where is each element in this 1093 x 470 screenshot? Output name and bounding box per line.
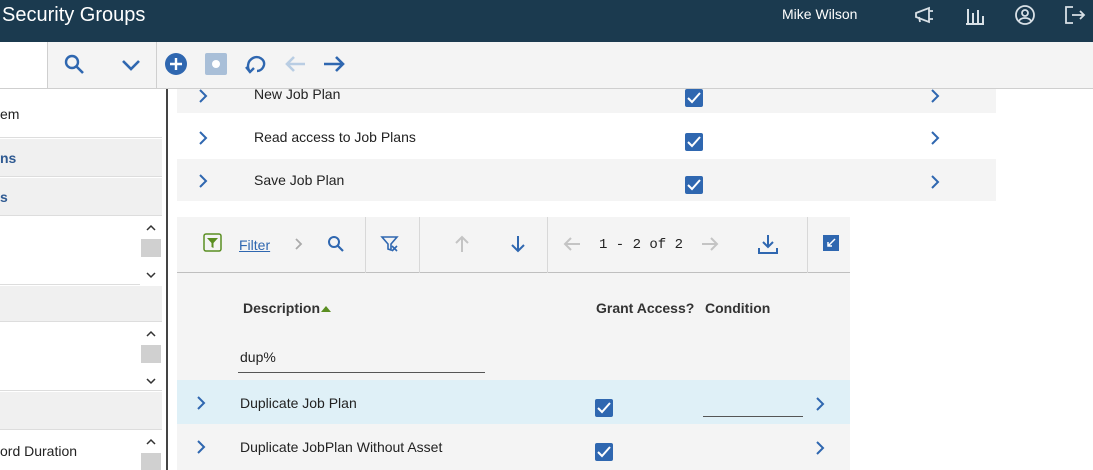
left-panel-section[interactable]: s [0,178,162,216]
bar-chart-icon[interactable] [963,4,987,26]
clear-filter-icon[interactable] [380,234,400,254]
left-panel-item[interactable]: em [0,89,162,138]
left-panel-list[interactable] [0,323,162,391]
column-header-condition[interactable]: Condition [705,300,770,316]
chevron-right-icon[interactable] [928,175,942,189]
list-item[interactable]: Save Job Plan [177,159,996,201]
row-description: Duplicate Job Plan [240,395,357,411]
grant-access-checkbox[interactable] [685,89,703,107]
row-label: Read access to Job Plans [254,129,416,145]
chevron-right-icon[interactable] [196,131,210,145]
undo-icon[interactable] [243,52,269,78]
user-profile-icon[interactable] [1013,4,1037,26]
previous-page-icon[interactable] [562,234,582,254]
grant-access-checkbox[interactable] [595,443,613,461]
chevron-right-icon[interactable] [196,89,210,103]
chevron-right-icon[interactable] [928,89,942,103]
table-toolbar: Filter 1 - 2 of 2 [177,217,850,273]
previous-icon[interactable] [283,52,309,78]
grant-access-checkbox[interactable] [595,399,613,417]
list-item[interactable]: Read access to Job Plans [177,116,996,158]
left-panel-section[interactable]: ns [0,139,162,177]
left-panel-item[interactable]: ord Duration [0,431,162,470]
chevron-right-icon[interactable] [293,237,305,251]
next-icon[interactable] [322,52,348,78]
left-panel-section[interactable] [0,286,162,322]
search-field[interactable] [0,42,48,88]
table-row[interactable]: Duplicate JobPlan Without Asset [177,424,850,470]
chevron-right-icon[interactable] [194,440,208,454]
megaphone-icon[interactable] [913,4,937,26]
row-description: Duplicate JobPlan Without Asset [240,439,443,455]
left-panel-list[interactable] [0,217,162,285]
chevron-right-icon[interactable] [194,396,208,410]
search-icon[interactable] [326,234,346,254]
filter-icon[interactable] [203,233,223,253]
description-filter-input[interactable]: dup% [238,341,485,373]
pagination-label: 1 - 2 of 2 [599,237,684,253]
column-header-grant-access[interactable]: Grant Access? [596,300,694,316]
search-icon[interactable] [62,52,88,78]
search-group [49,42,157,88]
grant-access-checkbox[interactable] [685,133,703,151]
chevron-right-icon[interactable] [928,131,942,145]
next-page-icon[interactable] [700,234,720,254]
sort-ascending-icon[interactable] [320,301,332,312]
user-name[interactable]: Mike Wilson [782,6,857,22]
add-icon[interactable] [164,52,190,78]
list-item[interactable]: New Job Plan [177,86,996,113]
left-panel: em ns s ord Duration [0,89,168,470]
chevron-right-icon[interactable] [813,441,827,455]
chevron-right-icon[interactable] [196,174,210,188]
left-panel-section[interactable] [0,392,162,430]
chevron-down-icon[interactable] [118,52,144,78]
table-row[interactable]: Duplicate Job Plan [177,380,850,424]
app-window: Security Groups Mike Wilson em ns s ord … [0,0,1093,470]
logout-icon[interactable] [1063,4,1087,26]
scrollbar[interactable] [140,431,162,470]
scrollbar[interactable] [140,217,162,285]
column-header-description[interactable]: Description [243,300,320,316]
arrow-up-icon[interactable] [452,234,472,254]
minimize-icon[interactable] [822,234,840,252]
scrollbar[interactable] [140,323,162,391]
sig-option-table: Filter 1 - 2 of 2 Description Grant Acce… [177,217,850,470]
condition-input[interactable] [703,396,803,417]
chevron-right-icon[interactable] [813,397,827,411]
row-label: Save Job Plan [254,172,345,188]
grant-access-checkbox[interactable] [685,176,703,194]
save-icon[interactable] [204,52,230,78]
filter-link[interactable]: Filter [239,237,270,253]
download-icon[interactable] [757,233,779,255]
arrow-down-icon[interactable] [508,234,528,254]
app-header: Security Groups Mike Wilson [0,0,1093,42]
row-label: New Job Plan [254,86,341,102]
main-toolbar [0,42,1093,89]
page-title: Security Groups [2,4,146,26]
